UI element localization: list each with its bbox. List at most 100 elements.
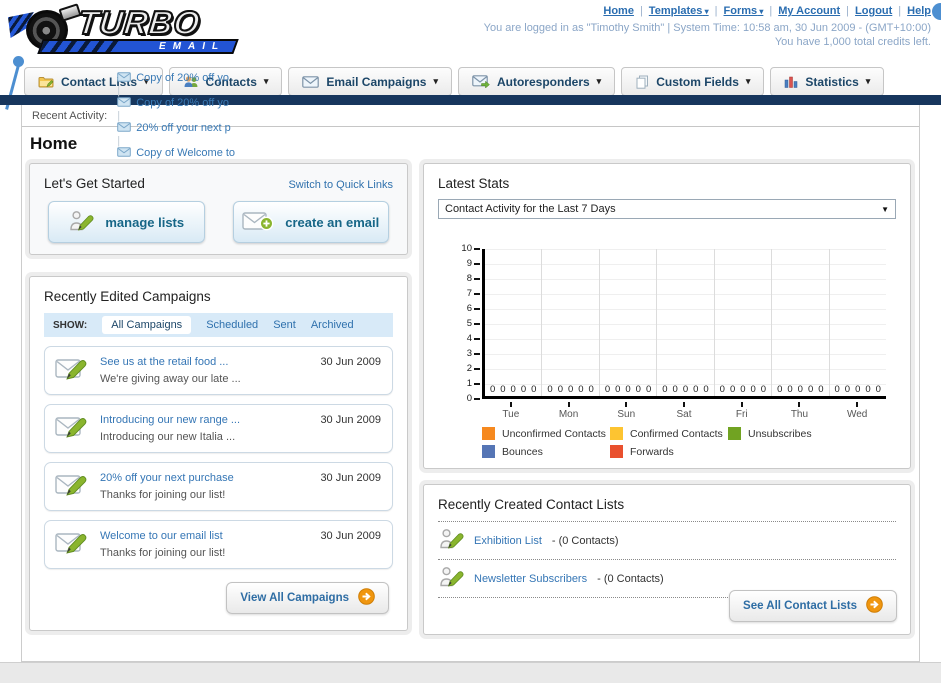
filter-scheduled[interactable]: Scheduled	[206, 319, 258, 331]
contact-list-link[interactable]: Exhibition List	[474, 535, 542, 547]
tab-autoresponders[interactable]: Autoresponders ▾	[457, 67, 616, 96]
x-axis-label: Sun	[597, 402, 655, 420]
header-link-templates[interactable]: Templates ▾	[649, 5, 709, 17]
chart-day-group: 00000	[600, 249, 658, 396]
campaign-title-link[interactable]: Introducing our new range ...	[100, 414, 240, 426]
tab-email-campaigns[interactable]: Email Campaigns ▾	[288, 67, 452, 96]
y-axis-label: 0	[466, 393, 472, 404]
y-axis-label: 5	[466, 318, 472, 329]
arrow-circle-icon	[866, 596, 883, 616]
data-value: 0	[818, 384, 824, 395]
campaign-row[interactable]: Introducing our new range ... Introducing…	[44, 404, 393, 453]
legend-label: Bounces	[502, 445, 543, 458]
x-axis-label: Wed	[828, 402, 886, 420]
data-value: 0	[740, 384, 746, 395]
header-link-logout[interactable]: Logout	[855, 5, 892, 17]
data-value: 0	[520, 384, 527, 395]
filter-all-campaigns[interactable]: All Campaigns	[102, 316, 192, 334]
create-an-email-button[interactable]: create an email	[232, 201, 389, 243]
legend-label: Unconfirmed Contacts	[502, 427, 606, 440]
tab-custom-fields[interactable]: Custom Fields ▾	[621, 67, 765, 96]
envelope-pencil-icon	[55, 472, 89, 501]
y-axis-label: 6	[466, 303, 472, 314]
legend-item-confirmed-contacts: Confirmed Contacts	[610, 427, 728, 440]
campaign-date: 30 Jun 2009	[320, 356, 381, 368]
tab-label: Email Campaigns	[326, 74, 427, 89]
y-axis-tick	[474, 293, 480, 295]
header-link-forms[interactable]: Forms ▾	[724, 5, 764, 17]
data-value: 0	[703, 384, 709, 395]
envelope-small-icon	[117, 71, 132, 85]
stats-period-dropdown[interactable]: Contact Activity for the Last 7 Days ▼	[438, 199, 896, 219]
footer-strip	[0, 662, 941, 683]
switch-quick-links-link[interactable]: Switch to Quick Links	[288, 179, 393, 191]
contact-list-count: - (0 Contacts)	[551, 534, 619, 547]
legend-swatch	[482, 445, 495, 458]
header: TURBO EMAIL Home | Templates ▾ | Forms ▾ | My …	[0, 0, 941, 110]
chevron-down-icon: ▾	[433, 76, 438, 86]
chevron-down-icon: ▾	[757, 7, 764, 16]
x-axis-label: Fri	[713, 402, 771, 420]
campaign-row[interactable]: 20% off your next purchase Thanks for joi…	[44, 462, 393, 511]
filter-archived[interactable]: Archived	[311, 319, 354, 331]
campaigns-filter-bar: SHOW: All Campaigns Scheduled Sent Archived	[44, 313, 393, 337]
see-all-contact-lists-label: See All Contact Lists	[743, 600, 857, 612]
chart-day-group: 00000	[485, 249, 543, 396]
page-title: Home	[30, 134, 78, 153]
recent-activity-link[interactable]: Copy of 20% off yo	[136, 72, 229, 84]
view-all-campaigns-button[interactable]: View All Campaigns	[226, 582, 389, 614]
tab-statistics[interactable]: Statistics ▾	[770, 67, 885, 96]
data-value: 0	[693, 384, 699, 395]
login-info: You are logged in as "Timothy Smith" | S…	[483, 22, 931, 34]
contact-list-link[interactable]: Newsletter Subscribers	[474, 573, 587, 585]
x-axis-label-text: Fri	[735, 409, 748, 420]
data-value: 0	[729, 384, 736, 395]
contact-list-items: Exhibition List - (0 Contacts) Newsletter …	[438, 522, 896, 598]
chart-zero-values: 00000	[715, 384, 771, 395]
contact-list-row: Exhibition List - (0 Contacts)	[438, 522, 896, 560]
data-value: 0	[615, 384, 621, 395]
header-link-my-account[interactable]: My Account	[778, 5, 840, 17]
y-axis-label: 1	[466, 378, 472, 389]
campaign-subtitle: We're giving away our late ...	[100, 372, 241, 385]
data-value: 0	[531, 384, 537, 395]
data-value: 0	[500, 384, 506, 395]
data-value: 0	[604, 384, 611, 395]
envelope-pencil-icon	[55, 356, 89, 385]
header-link-help[interactable]: Help	[907, 5, 931, 17]
data-value: 0	[578, 384, 584, 395]
x-axis-label-text: Tue	[502, 409, 520, 420]
chart-zero-values: 00000	[600, 384, 656, 395]
campaign-title-link[interactable]: See us at the retail food ...	[100, 356, 228, 368]
manage-lists-button[interactable]: manage lists	[48, 201, 205, 243]
campaign-row[interactable]: See us at the retail food ... We're givin…	[44, 346, 393, 395]
campaign-subtitle: Thanks for joining our list!	[100, 546, 226, 559]
y-axis-tick	[474, 323, 480, 325]
filter-sent[interactable]: Sent	[273, 319, 296, 331]
campaign-row[interactable]: Welcome to our email list Thanks for join…	[44, 520, 393, 569]
content-area: Recent Activity: Copy of 20% off yo | Copy…	[21, 71, 920, 662]
chart-zero-values: 00000	[542, 384, 598, 395]
envelope-pencil-icon	[55, 414, 89, 443]
y-axis-label: 10	[461, 243, 472, 254]
campaign-title-link[interactable]: 20% off your next purchase	[100, 472, 234, 484]
chart-day-group: 00000	[830, 249, 886, 396]
recent-activity-link[interactable]: Copy of 20% off yo	[136, 97, 229, 109]
data-value: 0	[865, 384, 871, 395]
separator: |	[639, 5, 643, 17]
data-value: 0	[777, 384, 783, 395]
separator: |	[769, 5, 773, 17]
campaign-text: See us at the retail food ... We're givin…	[100, 354, 241, 387]
campaign-title-link[interactable]: Welcome to our email list	[100, 530, 223, 542]
data-value: 0	[750, 384, 756, 395]
x-axis-label: Mon	[540, 402, 598, 420]
see-all-contact-lists-button[interactable]: See All Contact Lists	[729, 590, 897, 622]
header-link-home[interactable]: Home	[603, 5, 634, 17]
latest-stats-panel: Latest Stats Contact Activity for the La…	[423, 163, 911, 469]
chart-x-axis-labels: Tue Mon Sun Sat Fri Thu Wed	[482, 402, 886, 420]
stats-period-value: Contact Activity for the Last 7 Days	[445, 203, 616, 215]
tab-label: Autoresponders	[496, 74, 590, 89]
help-bubble-icon[interactable]	[932, 3, 941, 20]
data-value: 0	[635, 384, 641, 395]
recent-activity-label: Recent Activity:	[32, 109, 108, 122]
